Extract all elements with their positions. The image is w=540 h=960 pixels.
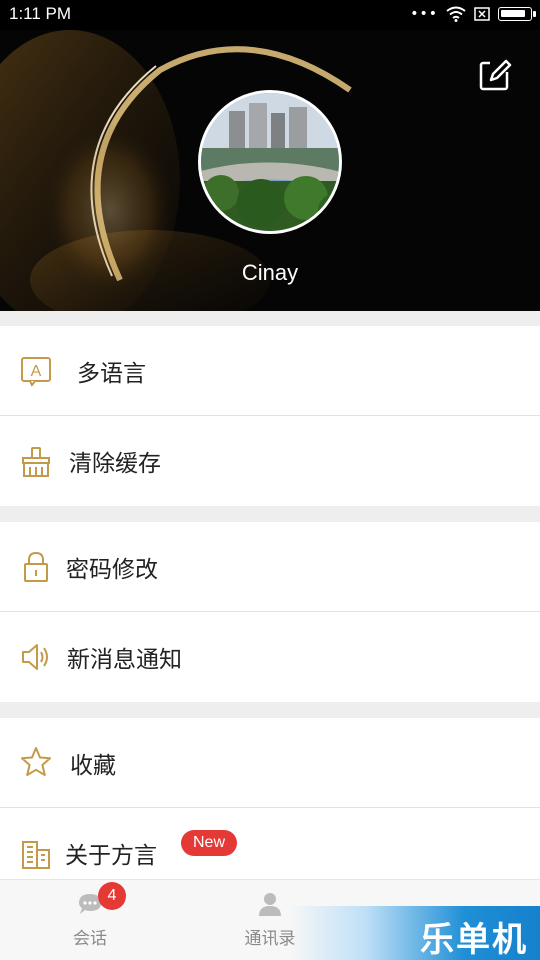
menu-item-language[interactable]: A 多语言 <box>0 326 540 416</box>
svg-text:A: A <box>31 363 42 380</box>
lock-icon <box>24 551 48 582</box>
menu-item-notifications[interactable]: 新消息通知 <box>0 612 540 702</box>
username: Cinay <box>241 260 299 285</box>
menu-label-language: 多语言 <box>77 361 146 387</box>
nav-label-chats: 会话 <box>73 929 107 949</box>
battery-icon <box>498 7 536 21</box>
star-icon <box>21 747 51 776</box>
avatar[interactable] <box>198 90 342 234</box>
language-icon: A <box>21 357 51 387</box>
settings-group-3: 收藏 关于方言 New <box>0 718 540 898</box>
status-bar: 1:11 PM ••• <box>0 0 540 30</box>
menu-item-favorites[interactable]: 收藏 <box>0 718 540 808</box>
nav-tab-chats[interactable]: 4 会话 <box>30 882 150 949</box>
menu-item-change-password[interactable]: 密码修改 <box>0 522 540 612</box>
settings-group-2: 密码修改 新消息通知 <box>0 522 540 702</box>
edit-icon[interactable] <box>478 58 512 92</box>
menu-label-favorites: 收藏 <box>70 753 116 779</box>
speaker-icon <box>22 644 48 670</box>
watermark: 乐单机 <box>290 906 540 960</box>
wifi-icon <box>446 6 466 22</box>
menu-label-clear-cache: 清除缓存 <box>69 451 161 477</box>
status-icons: ••• <box>410 6 536 22</box>
profile-header: Cinay <box>0 30 540 311</box>
building-icon <box>22 841 50 869</box>
watermark-text: 乐单机 <box>420 920 528 960</box>
menu-item-clear-cache[interactable]: 清除缓存 <box>0 416 540 506</box>
battery-fill <box>501 10 525 17</box>
sim-icon <box>474 7 490 21</box>
menu-label-about: 关于方言 <box>65 843 157 869</box>
broom-icon <box>22 447 50 477</box>
contacts-icon <box>259 893 281 916</box>
menu-label-change-password: 密码修改 <box>66 557 158 583</box>
menu-label-notifications: 新消息通知 <box>67 647 182 673</box>
more-dots-icon: ••• <box>410 6 438 22</box>
new-badge: New <box>181 830 238 856</box>
avatar-photo <box>201 93 339 231</box>
status-time: 1:11 PM <box>9 4 72 23</box>
settings-group-1: A 多语言 清除缓存 <box>0 326 540 506</box>
unread-count-badge: 4 <box>98 882 126 910</box>
